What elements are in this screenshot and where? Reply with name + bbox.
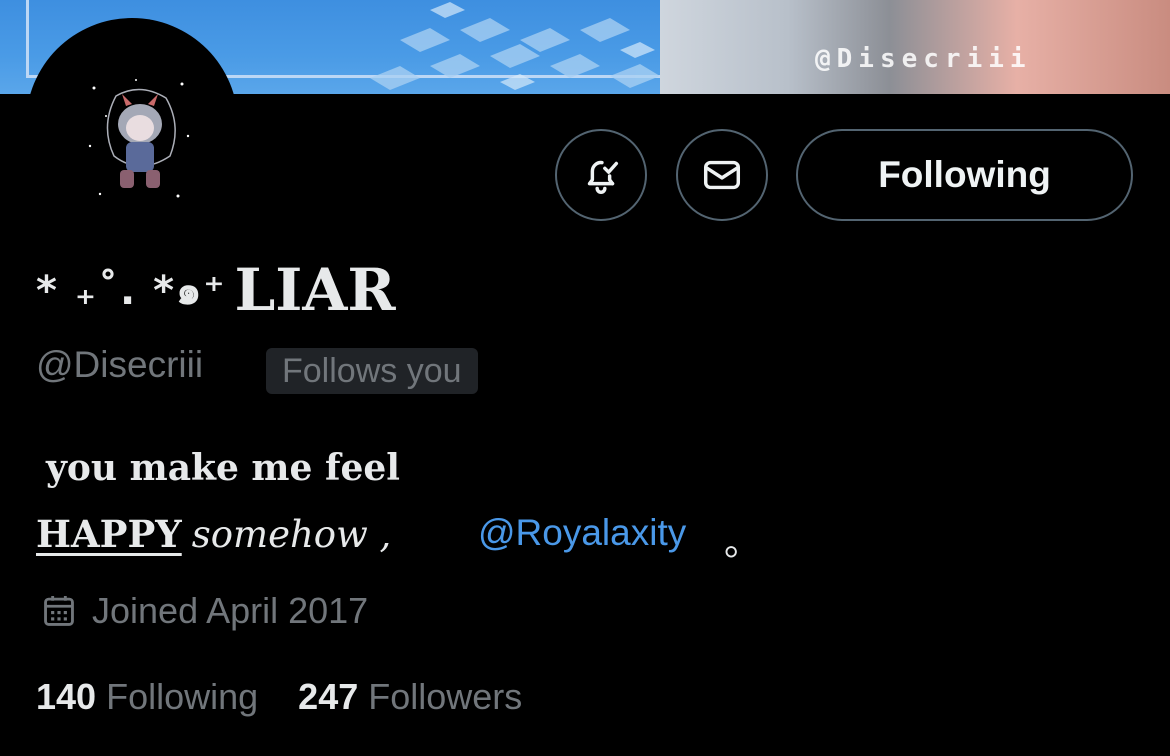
display-name: * ₊˚. *๑⁺ LIAR <box>36 256 396 324</box>
bio-line-1: you make me feel <box>46 447 400 489</box>
following-count: 140 <box>36 676 97 717</box>
followers-label: Followers <box>368 676 523 717</box>
calendar-icon <box>44 595 74 626</box>
following-button[interactable]: Following <box>796 129 1133 221</box>
follows-you-badge: Follows you <box>266 348 478 394</box>
following-label: Following <box>106 676 259 717</box>
banner-watermark-text: @Disecriii <box>815 44 1032 74</box>
display-name-text: LIAR <box>234 256 396 324</box>
avatar[interactable] <box>26 18 238 230</box>
envelope-icon <box>703 160 741 190</box>
followers-count: 247 <box>298 676 359 717</box>
follow-stats: 140 Following 247 Followers <box>36 676 522 718</box>
joined-date: Joined April 2017 <box>40 590 368 632</box>
bell-with-check-icon <box>587 160 619 194</box>
username-handle: @Disecriii <box>36 344 204 385</box>
banner-checkerboard-decoration <box>370 2 660 90</box>
bio-somehow-text: somehow , <box>191 513 392 556</box>
followers-count-link[interactable]: 247 Followers <box>298 676 522 718</box>
joined-date-text: Joined April 2017 <box>92 590 369 631</box>
bio-happy-text: HAPPY <box>36 512 182 556</box>
bio-mention-link[interactable]: @Royalaxity <box>478 512 686 554</box>
message-button[interactable] <box>676 129 768 221</box>
avatar-character-image <box>88 79 190 198</box>
notifications-button[interactable] <box>555 129 647 221</box>
bio-line-2: HAPPY somehow , <box>36 512 391 556</box>
display-name-decoration: * ₊˚. *๑⁺ <box>36 268 227 314</box>
following-count-link[interactable]: 140 Following <box>36 676 258 718</box>
bio-end-punctuation: 。 <box>724 522 761 563</box>
